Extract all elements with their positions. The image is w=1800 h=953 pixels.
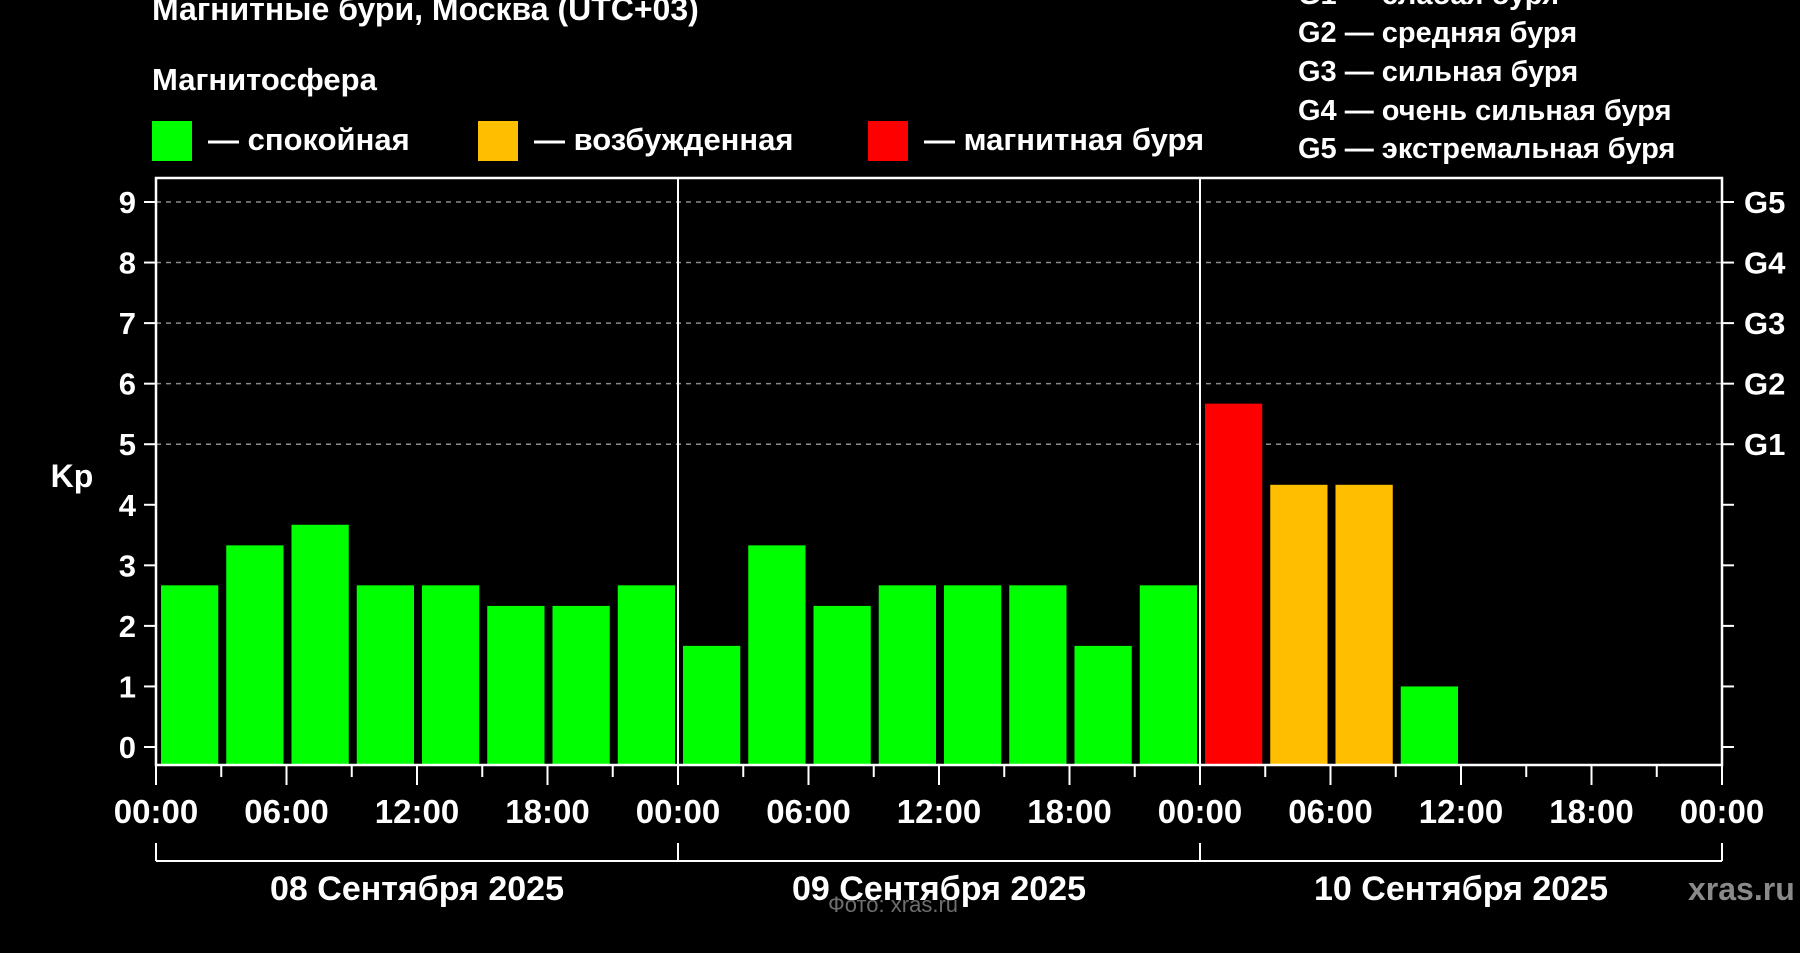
g-scale-label: G5 [1744, 185, 1785, 220]
g-legend-g2: G2 — средняя буря [1298, 17, 1577, 49]
kp-bar [161, 585, 219, 764]
kp-chart: Магнитные бури, Москва (UTC+03) Магнитос… [51, 0, 1795, 917]
chart-title: Магнитные бури, Москва (UTC+03) [152, 0, 699, 27]
kp-bar [1270, 484, 1328, 764]
x-tick-label: 12:00 [1419, 793, 1503, 830]
watermark: xras.ru [1688, 871, 1795, 907]
y-ticks: 0 1 2 3 4 5 6 7 8 9 [119, 185, 156, 765]
y-tick-label: 6 [119, 367, 136, 402]
kp-bar [944, 585, 1002, 764]
kp-bar [1009, 585, 1067, 764]
x-tick-label: 18:00 [1549, 793, 1633, 830]
kp-bar [1335, 484, 1393, 764]
legend-label-quiet: — спокойная [208, 122, 410, 157]
y-tick-label: 2 [119, 609, 136, 644]
g-legend-g5: G5 — экстремальная буря [1298, 133, 1675, 165]
legend-label-storm: — магнитная буря [924, 122, 1204, 157]
kp-bar [291, 524, 349, 764]
kp-bar [1139, 585, 1197, 764]
g-scale-label: G1 [1744, 427, 1785, 462]
kp-bar [422, 585, 480, 764]
day-label: 10 Сентября 2025 [1314, 870, 1608, 908]
y-tick-label: 1 [119, 669, 136, 704]
kp-bar [356, 585, 414, 764]
g-ticks: G1 G2 G3 G4 G5 [1722, 185, 1786, 748]
y-tick-label: 7 [119, 306, 136, 341]
y-tick-label: 3 [119, 548, 136, 583]
y-tick-label: 8 [119, 246, 136, 281]
x-tick-label: 18:00 [1027, 793, 1111, 830]
kp-bar [617, 585, 675, 764]
kp-bar [748, 545, 806, 764]
x-tick-label: 00:00 [1158, 793, 1242, 830]
x-tick-label: 12:00 [897, 793, 981, 830]
g-legend-g3: G3 — сильная буря [1298, 56, 1578, 88]
g-legend-g4: G4 — очень сильная буря [1298, 95, 1672, 127]
kp-bar [1074, 645, 1132, 764]
day-label: 08 Сентября 2025 [270, 870, 564, 908]
legend-swatch-active [478, 121, 518, 161]
y-tick-label: 4 [119, 488, 137, 523]
legend-label-active: — возбужденная [534, 122, 793, 157]
g-scale-label: G2 [1744, 367, 1785, 402]
x-tick-label: 12:00 [375, 793, 459, 830]
kp-bar [1205, 403, 1263, 764]
x-tick-label: 06:00 [766, 793, 850, 830]
x-tick-label: 06:00 [1288, 793, 1372, 830]
kp-bar [226, 545, 284, 764]
y-tick-label: 0 [119, 730, 136, 765]
x-tick-label: 00:00 [1680, 793, 1764, 830]
kp-bar [813, 605, 871, 764]
y-axis-label: Kp [51, 458, 94, 494]
g-legend-g1: G1 — слабая буря [1298, 0, 1559, 11]
x-tick-label: 00:00 [114, 793, 198, 830]
grid-lines [156, 201, 1722, 445]
g-scale-label: G4 [1744, 246, 1786, 281]
kp-bar [487, 605, 545, 764]
legend-title: Магнитосфера [152, 62, 378, 97]
legend-swatch-quiet [152, 121, 192, 161]
kp-bar [683, 645, 741, 764]
x-tick-label: 00:00 [636, 793, 720, 830]
y-tick-label: 5 [119, 427, 136, 462]
photo-credit: Фото: xras.ru [828, 892, 958, 917]
kp-bar [552, 605, 610, 764]
y-tick-label: 9 [119, 185, 136, 220]
g-scale-label: G3 [1744, 306, 1785, 341]
kp-bar [1400, 686, 1458, 764]
kp-bar [878, 585, 936, 764]
legend-swatch-storm [868, 121, 908, 161]
x-tick-label: 18:00 [505, 793, 589, 830]
bars [161, 403, 1458, 764]
x-ticks: 00:00 06:00 12:00 18:00 00:00 06:00 12:00 18:00… [114, 765, 1764, 830]
x-tick-label: 06:00 [244, 793, 328, 830]
